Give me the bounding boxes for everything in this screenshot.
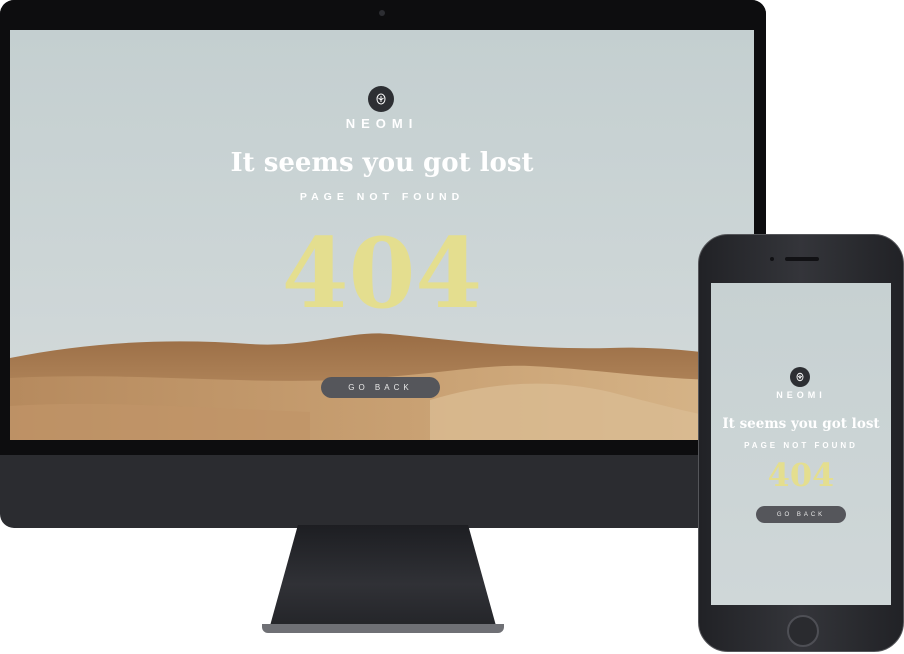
mobile-screen: NEOMI It seems you got lost PAGE NOT FOU… xyxy=(711,283,891,605)
desktop-screen: NEOMI It seems you got lost PAGE NOT FOU… xyxy=(10,30,754,440)
camera-icon xyxy=(379,10,385,16)
mobile-page-subtitle: PAGE NOT FOUND xyxy=(744,441,858,450)
mobile-go-back-button[interactable]: GO BACK xyxy=(756,506,846,523)
monitor-top-bezel xyxy=(0,0,766,30)
mobile-error-code: 404 xyxy=(767,456,835,494)
rose-icon xyxy=(376,93,386,105)
monitor-base xyxy=(262,624,504,633)
logo-badge[interactable] xyxy=(368,86,394,112)
page-title: It seems you got lost xyxy=(230,148,534,178)
speaker-grille xyxy=(785,257,819,261)
rose-icon xyxy=(796,372,804,382)
monitor-stand xyxy=(268,525,498,633)
error-code: 404 xyxy=(281,217,483,330)
home-button[interactable] xyxy=(787,615,819,647)
mobile-phone: NEOMI It seems you got lost PAGE NOT FOU… xyxy=(698,234,904,652)
go-back-button[interactable]: GO BACK xyxy=(321,377,440,398)
mobile-brand-name: NEOMI xyxy=(776,390,826,400)
front-camera-icon xyxy=(770,257,774,261)
brand-name: NEOMI xyxy=(345,116,419,131)
desktop-monitor: NEOMI It seems you got lost PAGE NOT FOU… xyxy=(0,0,766,528)
page-subtitle: PAGE NOT FOUND xyxy=(299,191,465,203)
mobile-logo-badge[interactable] xyxy=(790,367,810,387)
mobile-page-title: It seems you got lost xyxy=(722,416,880,432)
